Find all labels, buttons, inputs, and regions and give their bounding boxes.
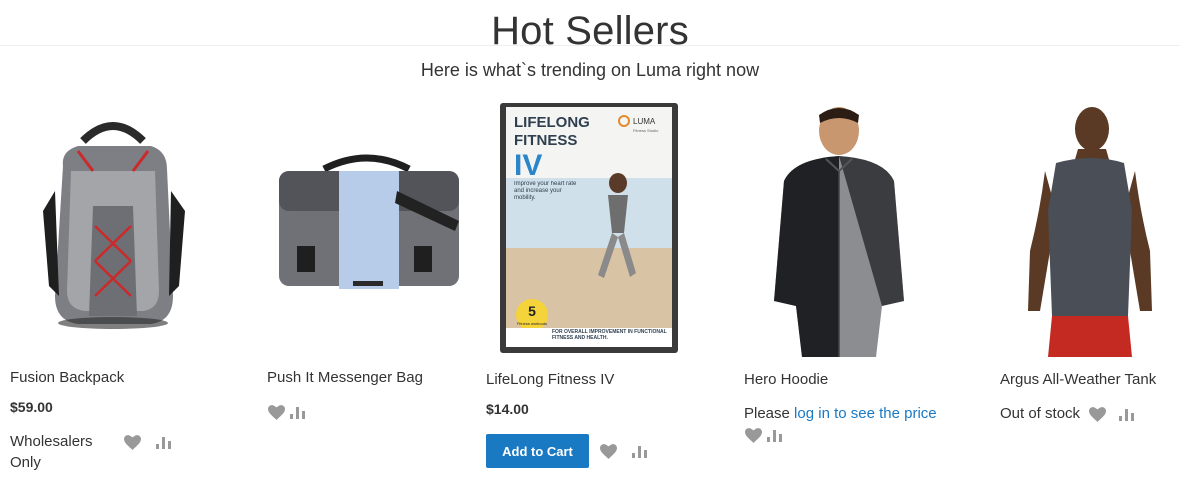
product-card: Hero Hoodie Please log in to see the pri… [744, 100, 954, 480]
product-name[interactable]: LifeLong Fitness IV [486, 370, 614, 390]
product-image-tank[interactable] [1000, 100, 1180, 358]
product-price: $14.00 [486, 401, 529, 417]
compare-bars-icon[interactable] [631, 443, 649, 459]
product-actions [267, 404, 307, 420]
product-price: $59.00 [10, 399, 53, 415]
heart-icon[interactable] [1088, 406, 1106, 422]
product-actions [1088, 406, 1136, 422]
compare-bars-icon[interactable] [155, 434, 173, 450]
backpack-image [42, 122, 185, 329]
login-to-see-price-link[interactable]: log in to see the price [794, 405, 937, 422]
hoodie-model-image [774, 107, 904, 357]
add-to-cart-button[interactable]: Add to Cart [486, 434, 589, 468]
wholesalers-note: Wholesalers Only [10, 433, 93, 471]
cover-title-line2: FITNESS [514, 132, 577, 149]
product-name[interactable]: Push It Messenger Bag [267, 368, 423, 388]
product-name[interactable]: Fusion Backpack [10, 368, 124, 388]
heart-icon[interactable] [123, 434, 141, 450]
section-title: Hot Sellers [491, 9, 689, 53]
product-card: Fusion Backpack $59.00 Wholesalers Only [10, 100, 215, 480]
product-image-messenger-bag[interactable] [267, 100, 467, 352]
product-image-dvd[interactable]: LIFELONG FITNESS IV LUMA Fitness Studio … [486, 100, 691, 356]
price-prefix: Please [744, 405, 795, 422]
tank-model-image [1028, 107, 1152, 357]
heart-icon[interactable] [267, 404, 285, 420]
cover-badge-number: 5 [528, 303, 536, 319]
product-name[interactable]: Hero Hoodie [744, 370, 828, 390]
product-image-hoodie[interactable] [744, 100, 934, 358]
cover-footer: FOR OVERALL IMPROVEMENT IN FUNCTIONAL FI… [551, 329, 667, 341]
product-actions [599, 443, 649, 459]
title-divider [0, 45, 1180, 46]
product-name[interactable]: Argus All-Weather Tank [1000, 370, 1156, 390]
hot-sellers-page: Hot Sellers Here is what`s trending on L… [0, 0, 1180, 486]
compare-bars-icon[interactable] [289, 404, 307, 420]
compare-bars-icon[interactable] [766, 427, 784, 443]
product-card: Push It Messenger Bag [267, 100, 472, 480]
product-actions [744, 427, 784, 443]
product-card: LIFELONG FITNESS IV LUMA Fitness Studio … [486, 100, 691, 480]
heart-icon[interactable] [599, 443, 617, 459]
cover-title-line1: LIFELONG [514, 114, 590, 131]
stock-status: Out of stock [1000, 405, 1081, 422]
heart-icon[interactable] [744, 427, 762, 443]
product-image-backpack[interactable] [10, 100, 215, 352]
messenger-bag-image [279, 154, 459, 289]
cover-brand: LUMA [633, 117, 656, 126]
cover-title-line3: IV [514, 149, 542, 182]
dvd-cover-image: LIFELONG FITNESS IV LUMA Fitness Studio … [499, 103, 678, 353]
login-price-note: Please log in to see the price [744, 403, 937, 424]
cover-badge-text: Fitness workouts [516, 321, 546, 326]
product-card: Argus All-Weather Tank Out of stock [1000, 100, 1180, 480]
cover-brand-sub: Fitness Studio [633, 128, 659, 133]
compare-bars-icon[interactable] [1118, 406, 1136, 422]
product-actions [123, 434, 173, 450]
cover-blurb: Improve your heart rate and increase you… [513, 181, 576, 201]
section-subtitle: Here is what`s trending on Luma right no… [420, 60, 760, 80]
